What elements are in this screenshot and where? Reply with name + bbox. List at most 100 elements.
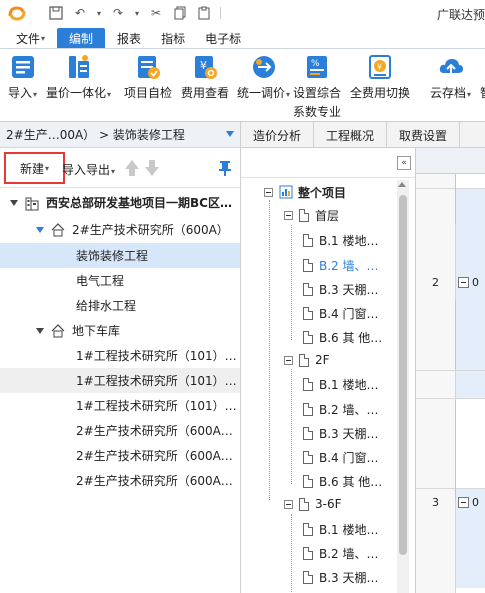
tree-item-garage[interactable]: 地下车库 — [0, 318, 240, 343]
section-item[interactable]: B.6 其 他… — [303, 470, 382, 492]
collapse-arrow-icon[interactable] — [36, 327, 44, 334]
tree-item-decoration[interactable]: 装饰装修工程 — [0, 243, 240, 268]
pin-icon[interactable] — [218, 160, 232, 176]
set-coef-button[interactable]: % 设置综合 系数专业 — [293, 53, 341, 120]
section-item[interactable]: B.6 其 他… — [303, 326, 382, 348]
scroll-up-arrow-icon[interactable] — [398, 182, 406, 187]
window-title: 广联达预 — [436, 8, 485, 22]
svg-text:¥: ¥ — [377, 63, 382, 72]
tree-item-sub[interactable]: 2#生产技术研究所（600A… — [0, 418, 240, 443]
tree-item-sub[interactable]: 1#工程技术研究所（101）… — [0, 393, 240, 418]
tree-item-sub[interactable]: 2#生产技术研究所（600A… — [0, 468, 240, 493]
collapse-box-icon[interactable] — [284, 355, 293, 365]
collapse-box-icon[interactable] — [284, 499, 293, 509]
section-item-label: B.3 天棚… — [319, 570, 379, 585]
document-icon — [303, 546, 313, 560]
collapse-arrow-icon[interactable] — [36, 226, 44, 233]
section-item[interactable]: B.3 天棚… — [303, 566, 379, 588]
cut-icon[interactable]: ✂ — [148, 5, 164, 21]
qty-bill-button[interactable]: 量价一体化▾ — [46, 53, 111, 101]
tree-item-label: 2#生产技术研究所（600A） — [72, 223, 229, 237]
tree-toolbar: 新建 ▾ 导入导出▾ — [0, 148, 240, 188]
new-button[interactable]: 新建 ▾ — [4, 152, 65, 184]
section-group[interactable]: 3-6F — [264, 493, 342, 515]
tree-item-sub[interactable]: 1#工程技术研究所（101）… — [0, 343, 240, 368]
undo-icon[interactable]: ↶ — [72, 5, 88, 21]
tree-item-unit[interactable]: 2#生产技术研究所（600A） — [0, 217, 240, 242]
breadcrumb-path: 2#生产…00A） > 装饰装修工程 — [6, 128, 185, 142]
menu-bar: 文件 ▾ 编制 报表 指标 电子标 — [0, 26, 485, 48]
unify-price-arrow: ▾ — [286, 90, 291, 99]
import-export-arrow: ▾ — [111, 167, 116, 176]
section-item[interactable]: B.3 天棚… — [303, 422, 379, 444]
redo-dropdown-icon[interactable]: ▾ — [134, 5, 140, 21]
grid-tree-line — [455, 400, 456, 500]
breadcrumb-dropdown-icon[interactable] — [226, 131, 234, 137]
save-icon[interactable] — [48, 5, 64, 21]
section-tree-header: « — [241, 148, 415, 178]
copy-icon[interactable] — [172, 5, 188, 21]
section-item[interactable]: B.2 墙、… — [303, 398, 379, 420]
breadcrumb[interactable]: 2#生产…00A） > 装饰装修工程 — [0, 122, 240, 148]
tree-item-project[interactable]: 西安总部研发基地项目一期BC区… — [0, 190, 240, 215]
section-item-label: B.3 天棚… — [319, 282, 379, 297]
section-root[interactable]: 整个项目 — [264, 181, 346, 203]
menu-edit[interactable]: 编制 — [57, 28, 106, 48]
import-button[interactable]: 导入▾ — [8, 53, 37, 101]
document-icon — [299, 353, 309, 367]
svg-text:%: % — [311, 59, 320, 69]
section-item[interactable]: B.2 墙、… — [303, 254, 379, 276]
section-item[interactable]: B.1 楼地… — [303, 373, 379, 395]
tree-item-electrical[interactable]: 电气工程 — [0, 268, 240, 293]
section-item[interactable]: B.4 门窗… — [303, 446, 379, 468]
section-group[interactable]: 首层 — [264, 204, 339, 226]
tree-item-label: 1#工程技术研究所（101）… — [76, 399, 237, 413]
tab-cost-analysis[interactable]: 造价分析 — [241, 122, 315, 148]
collapse-arrow-icon[interactable] — [10, 199, 18, 206]
tree-item-label: 地下车库 — [72, 324, 121, 338]
section-group[interactable]: 2F — [264, 349, 330, 371]
unify-price-button[interactable]: 统一调价▾ — [237, 53, 290, 101]
home-icon — [51, 323, 65, 337]
import-export-button[interactable]: 导入导出▾ — [62, 161, 115, 178]
tree-item-label: 2#生产技术研究所（600A… — [76, 474, 233, 488]
cloud-save-button[interactable]: 云存档▾ — [430, 53, 471, 101]
document-icon — [303, 474, 313, 488]
smart-button[interactable]: 智 — [472, 53, 485, 101]
move-down-icon[interactable] — [145, 160, 159, 176]
menu-index[interactable]: 指标 — [153, 28, 193, 48]
grid-row-band — [456, 188, 485, 398]
tree-item-sub[interactable]: 1#工程技术研究所（101）… — [0, 368, 240, 393]
scrollbar-thumb[interactable] — [399, 195, 407, 555]
grid-tree-line — [455, 174, 456, 224]
grid-expand-icon[interactable] — [458, 277, 469, 288]
menu-ebid[interactable]: 电子标 — [197, 28, 249, 48]
tree-item-sub[interactable]: 2#生产技术研究所（600A… — [0, 443, 240, 468]
undo-dropdown-icon[interactable]: ▾ — [96, 5, 102, 21]
move-up-icon[interactable] — [125, 160, 139, 176]
paste-icon[interactable] — [196, 5, 212, 21]
collapse-panel-button[interactable]: « — [397, 156, 411, 170]
grid-expand-icon[interactable] — [458, 497, 469, 508]
tab-fee-settings[interactable]: 取费设置 — [387, 122, 461, 148]
tab-project-overview[interactable]: 工程概况 — [314, 122, 388, 148]
tree-connector — [291, 514, 292, 593]
fee-view-button[interactable]: ¥ 费用查看 — [181, 53, 229, 101]
section-item[interactable]: B.2 墙、… — [303, 542, 379, 564]
menu-file[interactable]: 文件 ▾ — [8, 28, 53, 48]
section-item[interactable]: B.1 楼地… — [303, 229, 379, 251]
section-item[interactable]: B.4 门窗… — [303, 302, 379, 324]
section-item[interactable]: B.3 天棚… — [303, 278, 379, 300]
section-item[interactable]: B.1 楼地… — [303, 518, 379, 540]
tree-item-plumbing[interactable]: 给排水工程 — [0, 293, 240, 318]
menu-report[interactable]: 报表 — [109, 28, 149, 48]
collapse-box-icon[interactable] — [264, 187, 273, 197]
all-fee-switch-button[interactable]: ¥ 全费用切换 — [350, 53, 410, 101]
redo-icon[interactable]: ↷ — [110, 5, 126, 21]
title-bar: ↶ ▾ ↷ ▾ ✂ 广联达预 — [0, 0, 485, 26]
collapse-box-icon[interactable] — [284, 210, 293, 220]
grid-code-cell[interactable]: 0 — [472, 496, 479, 509]
self-check-button[interactable]: 项目自检 — [124, 53, 172, 101]
grid-code-cell[interactable]: 0 — [472, 276, 479, 289]
tree-item-label: 给排水工程 — [76, 299, 137, 313]
